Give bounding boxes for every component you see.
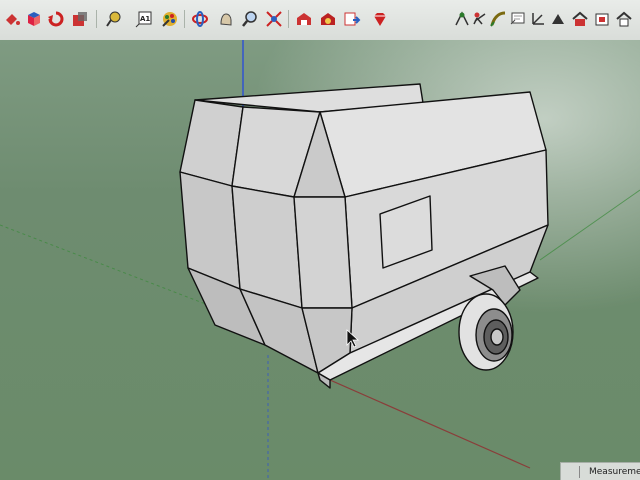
wheel[interactable] xyxy=(458,293,514,371)
zoom-icon[interactable] xyxy=(240,9,260,29)
component-icon[interactable] xyxy=(24,9,44,29)
toolbar-separator xyxy=(288,10,289,28)
dimension-icon[interactable] xyxy=(548,9,568,29)
measurements-box[interactable]: Measurement xyxy=(560,462,640,480)
toolbar-separator xyxy=(184,10,185,28)
measurements-label: Measurement xyxy=(589,467,640,477)
extension-warehouse-icon[interactable] xyxy=(318,9,338,29)
house-view-icon[interactable] xyxy=(570,9,590,29)
rotate-icon[interactable] xyxy=(46,9,66,29)
main-toolbar: A1 xyxy=(0,0,640,41)
red-axis-line xyxy=(329,379,531,469)
model-canvas[interactable] xyxy=(0,40,640,480)
axes-icon[interactable] xyxy=(528,9,548,29)
share-model-icon[interactable] xyxy=(342,9,362,29)
trailer-model[interactable] xyxy=(179,83,549,389)
toolbar-separator xyxy=(96,10,97,28)
tape-measure-icon[interactable] xyxy=(104,9,124,29)
model-viewport[interactable] xyxy=(0,40,640,480)
position-camera-icon[interactable] xyxy=(452,9,472,29)
status-separator xyxy=(579,466,580,478)
paint-icon[interactable] xyxy=(160,9,180,29)
text-icon[interactable]: A1 xyxy=(134,9,154,29)
ruby-icon[interactable] xyxy=(370,9,390,29)
look-around-icon[interactable] xyxy=(488,9,508,29)
home-view-icon[interactable] xyxy=(614,9,634,29)
green-axis-line-right xyxy=(539,189,640,261)
zoom-extents-icon[interactable] xyxy=(264,9,284,29)
orbit-icon[interactable] xyxy=(190,9,210,29)
walk-icon[interactable] xyxy=(470,9,490,29)
warehouse-icon[interactable] xyxy=(294,9,314,29)
pan-icon[interactable] xyxy=(216,9,236,29)
section-plane-icon[interactable] xyxy=(508,9,528,29)
svg-text:A1: A1 xyxy=(140,15,150,23)
front-view-icon[interactable] xyxy=(592,9,612,29)
scale-icon[interactable] xyxy=(70,9,90,29)
paint-bucket-icon[interactable] xyxy=(2,9,22,29)
